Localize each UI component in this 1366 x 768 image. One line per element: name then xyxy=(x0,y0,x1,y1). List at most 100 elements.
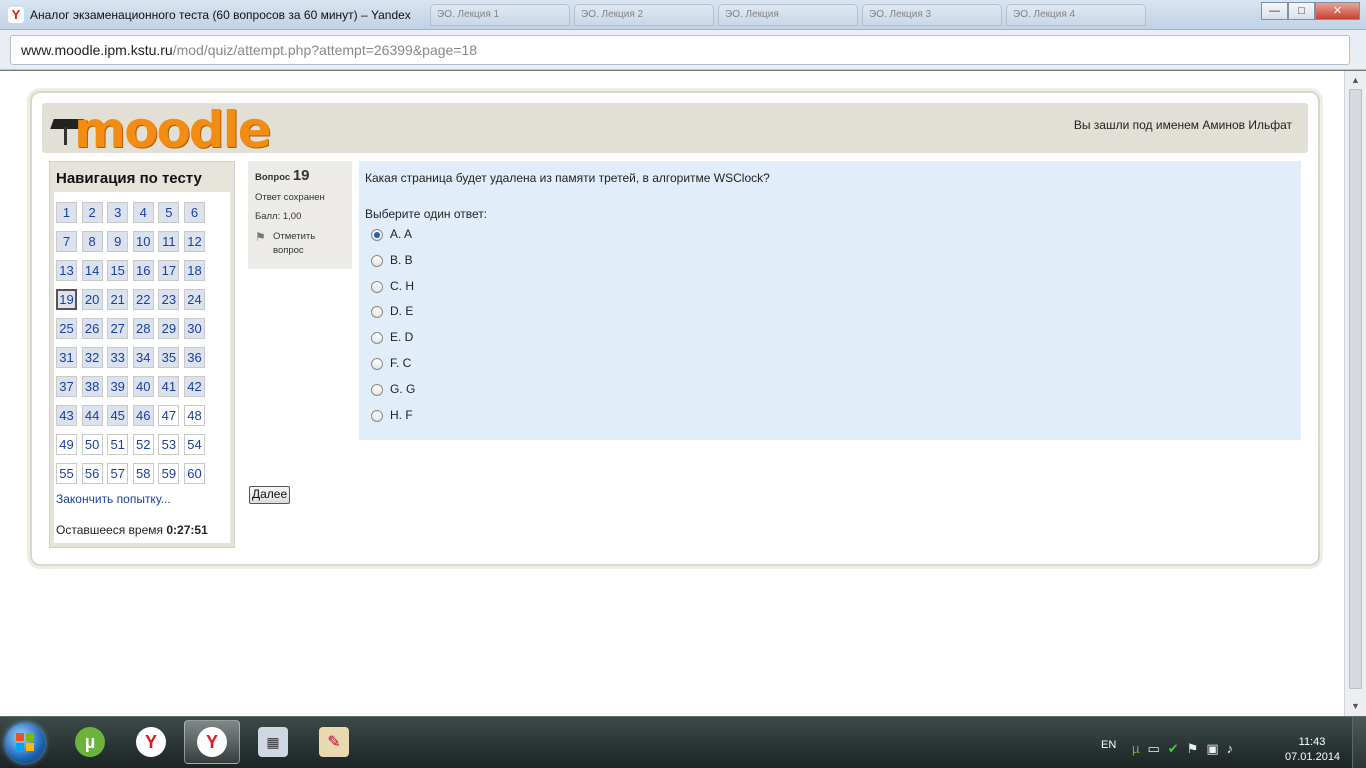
taskbar-app-paint[interactable]: ✎ xyxy=(306,720,362,764)
question-nav-button[interactable]: 53 xyxy=(158,434,180,455)
question-nav-button[interactable]: 22 xyxy=(132,289,154,310)
question-nav-button[interactable]: 34 xyxy=(132,347,154,368)
question-nav-button[interactable]: 24 xyxy=(183,289,205,310)
scroll-down-icon[interactable]: ▼ xyxy=(1351,701,1360,711)
question-nav-button[interactable]: 17 xyxy=(158,260,180,281)
answer-option[interactable]: C. H xyxy=(365,279,1295,305)
next-button[interactable]: Далее xyxy=(249,486,291,504)
language-indicator[interactable]: EN xyxy=(1101,739,1116,751)
question-nav-button[interactable]: 2 xyxy=(81,202,103,223)
question-nav-button[interactable]: 15 xyxy=(107,260,129,281)
question-nav-button[interactable]: 45 xyxy=(107,405,129,426)
question-nav-button[interactable]: 55 xyxy=(56,463,77,484)
radio-button[interactable] xyxy=(371,383,383,396)
question-nav-button[interactable]: 50 xyxy=(81,434,103,455)
radio-button[interactable] xyxy=(371,409,383,422)
browser-tab[interactable]: ЭО. Лекция xyxy=(718,4,858,26)
scrollbar-thumb[interactable] xyxy=(1349,89,1362,689)
question-nav-button[interactable]: 59 xyxy=(158,463,180,484)
radio-button[interactable] xyxy=(371,332,383,345)
question-nav-button[interactable]: 28 xyxy=(132,318,154,339)
question-nav-button[interactable]: 51 xyxy=(107,434,129,455)
question-nav-button[interactable]: 21 xyxy=(107,289,129,310)
browser-tab[interactable]: ЭО. Лекция 3 xyxy=(862,4,1002,26)
radio-button[interactable] xyxy=(371,229,383,241)
minimize-button[interactable]: — xyxy=(1261,2,1288,20)
close-button[interactable]: ✕ xyxy=(1315,2,1360,20)
question-nav-button[interactable]: 11 xyxy=(158,231,180,252)
question-nav-button[interactable]: 35 xyxy=(158,347,180,368)
question-nav-button[interactable]: 36 xyxy=(183,347,205,368)
question-nav-button[interactable]: 47 xyxy=(158,405,180,426)
question-nav-button[interactable]: 26 xyxy=(81,318,103,339)
device-icon[interactable]: ▣ xyxy=(1206,741,1218,757)
browser-tab[interactable]: ЭО. Лекция 2 xyxy=(574,4,714,26)
question-nav-button[interactable]: 39 xyxy=(107,376,129,397)
question-nav-button[interactable]: 25 xyxy=(56,318,77,339)
vertical-scrollbar[interactable]: ▲ ▼ xyxy=(1344,71,1366,716)
question-nav-button[interactable]: 30 xyxy=(183,318,205,339)
radio-button[interactable] xyxy=(371,357,383,370)
taskbar-app-yandex[interactable]: Y xyxy=(123,720,179,764)
question-nav-button[interactable]: 6 xyxy=(183,202,205,223)
question-nav-button[interactable]: 27 xyxy=(107,318,129,339)
show-desktop-button[interactable] xyxy=(1352,717,1366,768)
question-nav-button[interactable]: 54 xyxy=(183,434,205,455)
taskbar-app-yandex-active[interactable]: Y xyxy=(184,720,240,764)
action-center-flag-icon[interactable]: ⚑ xyxy=(1187,741,1199,757)
question-nav-button[interactable]: 12 xyxy=(183,231,205,252)
taskbar-app-calculator[interactable]: ▦ xyxy=(245,720,301,764)
question-nav-button[interactable]: 60 xyxy=(183,463,205,484)
answer-option[interactable]: F. C xyxy=(365,356,1295,382)
question-nav-button[interactable]: 57 xyxy=(107,463,129,484)
question-nav-button[interactable]: 43 xyxy=(56,405,77,426)
start-button[interactable] xyxy=(5,723,45,763)
taskbar-app-utorrent[interactable]: µ xyxy=(62,720,118,764)
update-icon[interactable]: ✔ xyxy=(1168,741,1179,757)
question-nav-button[interactable]: 40 xyxy=(132,376,154,397)
question-nav-button[interactable]: 44 xyxy=(81,405,103,426)
question-nav-button[interactable]: 5 xyxy=(158,202,180,223)
question-nav-button[interactable]: 48 xyxy=(183,405,205,426)
question-nav-button[interactable]: 10 xyxy=(132,231,154,252)
address-bar[interactable]: www.moodle.ipm.kstu.ru/mod/quiz/attempt.… xyxy=(10,35,1350,65)
question-nav-button[interactable]: 49 xyxy=(56,434,77,455)
answer-option[interactable]: B. B xyxy=(365,253,1295,279)
question-nav-button[interactable]: 14 xyxy=(81,260,103,281)
question-nav-button[interactable]: 32 xyxy=(81,347,103,368)
network-icon[interactable]: ▭ xyxy=(1148,741,1160,757)
question-nav-button[interactable]: 41 xyxy=(158,376,180,397)
answer-option[interactable]: D. E xyxy=(365,304,1295,330)
question-nav-button[interactable]: 37 xyxy=(56,376,77,397)
browser-tab[interactable]: ЭО. Лекция 4 xyxy=(1006,4,1146,26)
answer-option[interactable]: G. G xyxy=(365,382,1295,408)
question-nav-button[interactable]: 38 xyxy=(81,376,103,397)
question-nav-button[interactable]: 19 xyxy=(56,289,77,310)
browser-tab[interactable]: ЭО. Лекция 1 xyxy=(430,4,570,26)
volume-icon[interactable]: ♪ xyxy=(1227,741,1234,757)
question-nav-button[interactable]: 56 xyxy=(81,463,103,484)
question-nav-button[interactable]: 18 xyxy=(183,260,205,281)
question-nav-button[interactable]: 31 xyxy=(56,347,77,368)
radio-button[interactable] xyxy=(371,306,383,319)
question-nav-button[interactable]: 23 xyxy=(158,289,180,310)
question-nav-button[interactable]: 20 xyxy=(81,289,103,310)
question-nav-button[interactable]: 13 xyxy=(56,260,77,281)
answer-option[interactable]: A. A xyxy=(365,227,1295,253)
question-nav-button[interactable]: 16 xyxy=(132,260,154,281)
question-nav-button[interactable]: 58 xyxy=(132,463,154,484)
answer-option[interactable]: E. D xyxy=(365,330,1295,356)
question-nav-button[interactable]: 33 xyxy=(107,347,129,368)
answer-option[interactable]: H. F xyxy=(365,408,1295,434)
question-nav-button[interactable]: 46 xyxy=(132,405,154,426)
question-nav-button[interactable]: 4 xyxy=(132,202,154,223)
radio-button[interactable] xyxy=(371,254,383,267)
question-nav-button[interactable]: 7 xyxy=(56,231,77,252)
question-nav-button[interactable]: 8 xyxy=(81,231,103,252)
question-nav-button[interactable]: 52 xyxy=(132,434,154,455)
question-nav-button[interactable]: 1 xyxy=(56,202,77,223)
question-nav-button[interactable]: 42 xyxy=(183,376,205,397)
scroll-up-icon[interactable]: ▲ xyxy=(1351,75,1360,85)
question-nav-button[interactable]: 29 xyxy=(158,318,180,339)
flag-question-toggle[interactable]: ⚑ Отметить вопрос xyxy=(255,230,345,258)
